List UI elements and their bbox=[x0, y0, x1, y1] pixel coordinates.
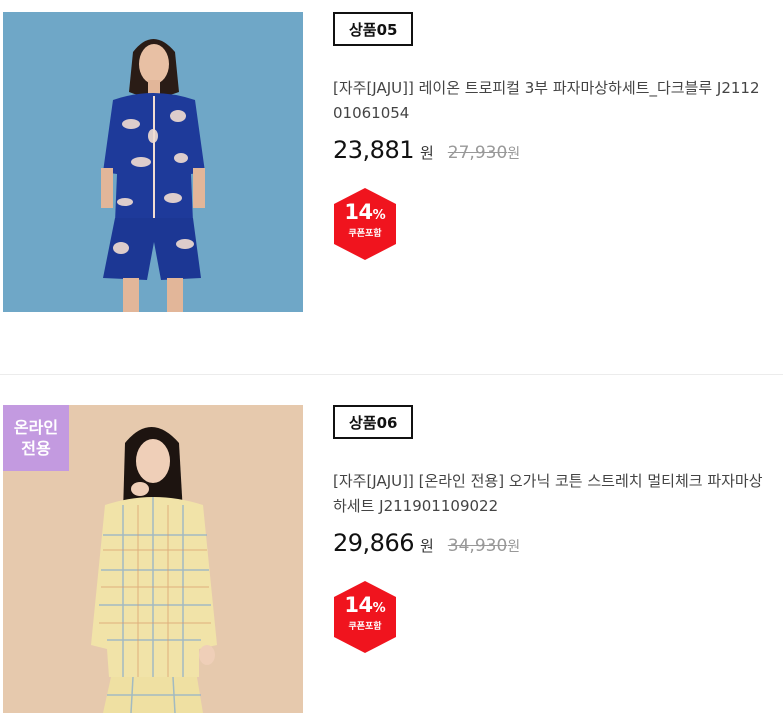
original-price: 34,930 bbox=[447, 536, 508, 556]
divider bbox=[0, 374, 783, 375]
discount-percent-sign: % bbox=[372, 601, 386, 616]
original-currency: 원 bbox=[507, 539, 521, 555]
original-currency: 원 bbox=[507, 146, 521, 162]
product-image[interactable] bbox=[3, 12, 303, 312]
discount-label: 쿠폰포함 bbox=[348, 622, 382, 632]
product-code-badge: 상품05 bbox=[333, 12, 414, 46]
product-title[interactable]: [자주[JAJU]] 레이온 트로피컬 3부 파자마상하세트_다크블루 J211… bbox=[333, 76, 763, 126]
discount-badge: 14% 쿠폰포함 bbox=[332, 581, 398, 653]
sale-price: 23,881 bbox=[333, 136, 414, 164]
online-exclusive-badge: 온라인 전용 bbox=[3, 405, 69, 471]
badge-line-1: 온라인 bbox=[13, 418, 59, 437]
discount-rate: 14 bbox=[344, 593, 373, 617]
discount-label: 쿠폰포함 bbox=[348, 229, 382, 239]
price-row: 23,881 원 27,930 원 bbox=[333, 136, 520, 164]
sale-currency: 원 bbox=[419, 144, 434, 162]
discount-rate: 14 bbox=[344, 200, 373, 224]
sale-currency: 원 bbox=[419, 537, 434, 555]
product-card-06[interactable]: 온라인 전용 상품06 [자주[JAJU]] [온라인 전용] 오가닉 코튼 스… bbox=[0, 393, 783, 713]
original-price: 27,930 bbox=[447, 143, 508, 163]
product-title[interactable]: [자주[JAJU]] [온라인 전용] 오가닉 코튼 스트레치 멀티체크 파자마… bbox=[333, 469, 763, 519]
product-code-badge: 상품06 bbox=[333, 405, 414, 439]
badge-line-2: 전용 bbox=[21, 439, 51, 458]
discount-percent-sign: % bbox=[372, 208, 386, 223]
product-card-05[interactable]: 상품05 [자주[JAJU]] 레이온 트로피컬 3부 파자마상하세트_다크블루… bbox=[0, 0, 783, 312]
sale-price: 29,866 bbox=[333, 529, 414, 557]
price-row: 29,866 원 34,930 원 bbox=[333, 529, 520, 557]
discount-badge: 14% 쿠폰포함 bbox=[332, 188, 398, 260]
